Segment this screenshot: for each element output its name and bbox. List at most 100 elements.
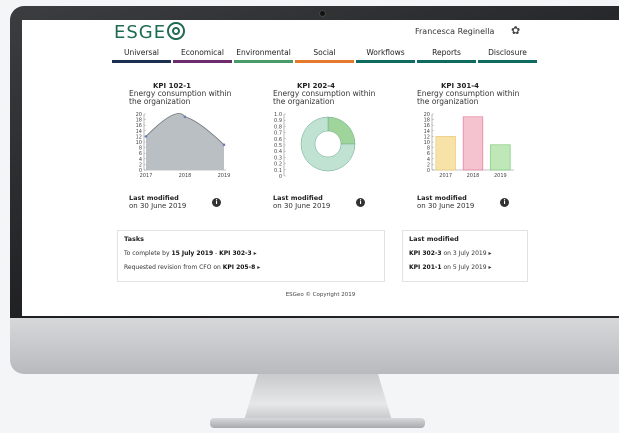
kpi-cards: KPI 102-1 Energy consumption within the … bbox=[122, 82, 554, 210]
last-modified-date: on 30 June 2019 bbox=[129, 202, 187, 210]
kpi-description: Energy consumption within the organizati… bbox=[273, 89, 376, 106]
y-tick-label: 0 bbox=[427, 168, 430, 174]
kpi-link[interactable]: KPI 302-3 bbox=[219, 250, 252, 257]
recent-panel: Last modified KPI 302-3 on 3 July 2019 ▸… bbox=[402, 230, 528, 282]
data-point bbox=[183, 115, 187, 119]
tab-disclosure[interactable]: Disclosure bbox=[478, 48, 537, 63]
tab-reports[interactable]: Reports bbox=[417, 48, 476, 63]
tab-underline bbox=[234, 60, 293, 63]
info-icon[interactable]: i bbox=[500, 198, 509, 207]
y-tick-label: 16 bbox=[424, 123, 430, 129]
x-tick-label: 2018 bbox=[467, 173, 480, 179]
tab-underline bbox=[173, 60, 232, 63]
monitor-base bbox=[210, 418, 425, 428]
y-tick-label: 20 bbox=[136, 112, 142, 118]
tab-social[interactable]: Social bbox=[295, 48, 354, 63]
bar-chart: 02468101214161820 2017 2018 2019 bbox=[424, 112, 514, 179]
kpi-description: Energy consumption within the organizati… bbox=[417, 89, 520, 106]
chevron-right-icon: ▸ bbox=[253, 250, 257, 257]
y-tick-label: 14 bbox=[136, 129, 142, 135]
last-modified-date: on 30 June 2019 bbox=[273, 202, 331, 210]
kpi-card[interactable]: KPI 202-4 Energy consumption within the … bbox=[266, 82, 410, 210]
monitor-stand bbox=[243, 374, 393, 424]
area-chart: 024681012141618202017 2018 2019 bbox=[136, 112, 231, 179]
y-tick-label: 4 bbox=[427, 157, 430, 163]
task-row[interactable]: Requested revision from CFO on KPI 205-8… bbox=[124, 264, 384, 271]
y-tick-label: 0 bbox=[279, 174, 282, 180]
main-nav: Universal Economical Environmental Socia… bbox=[112, 48, 539, 63]
tab-economical[interactable]: Economical bbox=[173, 48, 232, 63]
y-tick-label: 0.1 bbox=[274, 168, 282, 174]
chevron-right-icon: ▸ bbox=[488, 264, 492, 271]
bar bbox=[490, 144, 511, 171]
last-modified-label: Last modified bbox=[129, 194, 179, 202]
last-modified-label: Last modified bbox=[417, 194, 467, 202]
y-tick-label: 0.6 bbox=[274, 137, 282, 143]
x-tick-label: 2017 bbox=[439, 173, 452, 179]
y-tick-label: 6 bbox=[139, 151, 142, 157]
y-tick-label: 18 bbox=[424, 118, 430, 124]
y-tick-label: 12 bbox=[424, 134, 430, 140]
recent-row[interactable]: KPI 201-1 on 5 July 2019 ▸ bbox=[409, 264, 527, 271]
y-tick-label: 2 bbox=[139, 162, 142, 168]
logo[interactable]: ESGE bbox=[114, 22, 186, 43]
chevron-right-icon: ▸ bbox=[488, 250, 492, 257]
donut-slice bbox=[327, 116, 356, 145]
tasks-panel: Tasks To complete by 15 July 2019 - KPI … bbox=[117, 230, 385, 282]
x-tick-label: 2018 bbox=[179, 173, 192, 179]
kpi-card[interactable]: KPI 301-4 Energy consumption within the … bbox=[410, 82, 554, 210]
y-tick-label: 8 bbox=[427, 146, 430, 152]
kpi-card[interactable]: KPI 102-1 Energy consumption within the … bbox=[122, 82, 266, 210]
footer: ESGeo © Copyright 2019 bbox=[285, 292, 356, 298]
task-row[interactable]: To complete by 15 July 2019 - KPI 302-3 … bbox=[124, 250, 384, 257]
recent-row[interactable]: KPI 302-3 on 3 July 2019 ▸ bbox=[409, 250, 527, 257]
gear-icon[interactable]: ✿ bbox=[511, 24, 520, 37]
y-tick-label: 0.5 bbox=[274, 143, 282, 149]
x-tick-label: 2017 bbox=[140, 173, 153, 179]
tab-underline bbox=[112, 60, 171, 63]
tab-underline bbox=[478, 60, 537, 63]
y-tick-label: 0.7 bbox=[274, 131, 282, 137]
tab-underline bbox=[417, 60, 476, 63]
y-tick-label: 0.9 bbox=[274, 118, 282, 124]
y-tick-label: 6 bbox=[427, 151, 430, 157]
recent-title: Last modified bbox=[409, 235, 459, 243]
tab-underline bbox=[356, 60, 415, 63]
y-tick-label: 0.2 bbox=[274, 162, 282, 168]
y-tick-label: 20 bbox=[424, 112, 430, 118]
chevron-right-icon: ▸ bbox=[257, 264, 261, 271]
tab-workflows[interactable]: Workflows bbox=[356, 48, 415, 63]
tab-universal[interactable]: Universal bbox=[112, 48, 171, 63]
y-tick-label: 2 bbox=[427, 162, 430, 168]
camera-icon bbox=[319, 10, 326, 17]
info-icon[interactable]: i bbox=[212, 198, 221, 207]
bar bbox=[435, 136, 456, 171]
y-tick-label: 0.8 bbox=[274, 124, 282, 130]
y-tick-label: 10 bbox=[424, 140, 430, 146]
tab-underline bbox=[295, 60, 354, 63]
tasks-title: Tasks bbox=[124, 235, 145, 243]
data-point bbox=[144, 135, 148, 138]
y-tick-label: 0.4 bbox=[274, 149, 282, 155]
kpi-link[interactable]: KPI 201-1 bbox=[409, 264, 442, 271]
bar bbox=[462, 116, 484, 171]
app-screen: ESGE Francesca Reginella ✿ Universal Eco… bbox=[22, 20, 619, 316]
x-tick-label: 2019 bbox=[218, 173, 230, 179]
last-modified-date: on 30 June 2019 bbox=[417, 202, 475, 210]
y-tick-label: 0.3 bbox=[274, 155, 282, 161]
user-name[interactable]: Francesca Reginella bbox=[415, 27, 494, 36]
logo-o-icon bbox=[167, 22, 186, 40]
top-bar: ESGE Francesca Reginella ✿ bbox=[22, 20, 619, 46]
info-icon[interactable]: i bbox=[356, 198, 365, 207]
kpi-link[interactable]: KPI 205-8 bbox=[223, 264, 256, 271]
kpi-chart: 0 0.1 0.2 0.3 0.4 0.5 0.6 0.7 0.8 0.9 1.0 bbox=[274, 110, 374, 182]
y-tick-label: 14 bbox=[424, 129, 430, 135]
y-tick-label: 18 bbox=[136, 118, 142, 124]
y-tick-label: 16 bbox=[136, 123, 142, 129]
donut-chart: 00.10.20.30.40.50.60.70.80.91.0 bbox=[274, 112, 356, 180]
kpi-description: Energy consumption within the organizati… bbox=[129, 89, 232, 106]
kpi-link[interactable]: KPI 302-3 bbox=[409, 250, 442, 257]
data-point bbox=[222, 143, 226, 147]
kpi-chart: 0 2 4 6 8 10 12 14 16 18 20 2017 2018 2019 bbox=[418, 110, 518, 182]
tab-environmental[interactable]: Environmental bbox=[234, 48, 293, 63]
